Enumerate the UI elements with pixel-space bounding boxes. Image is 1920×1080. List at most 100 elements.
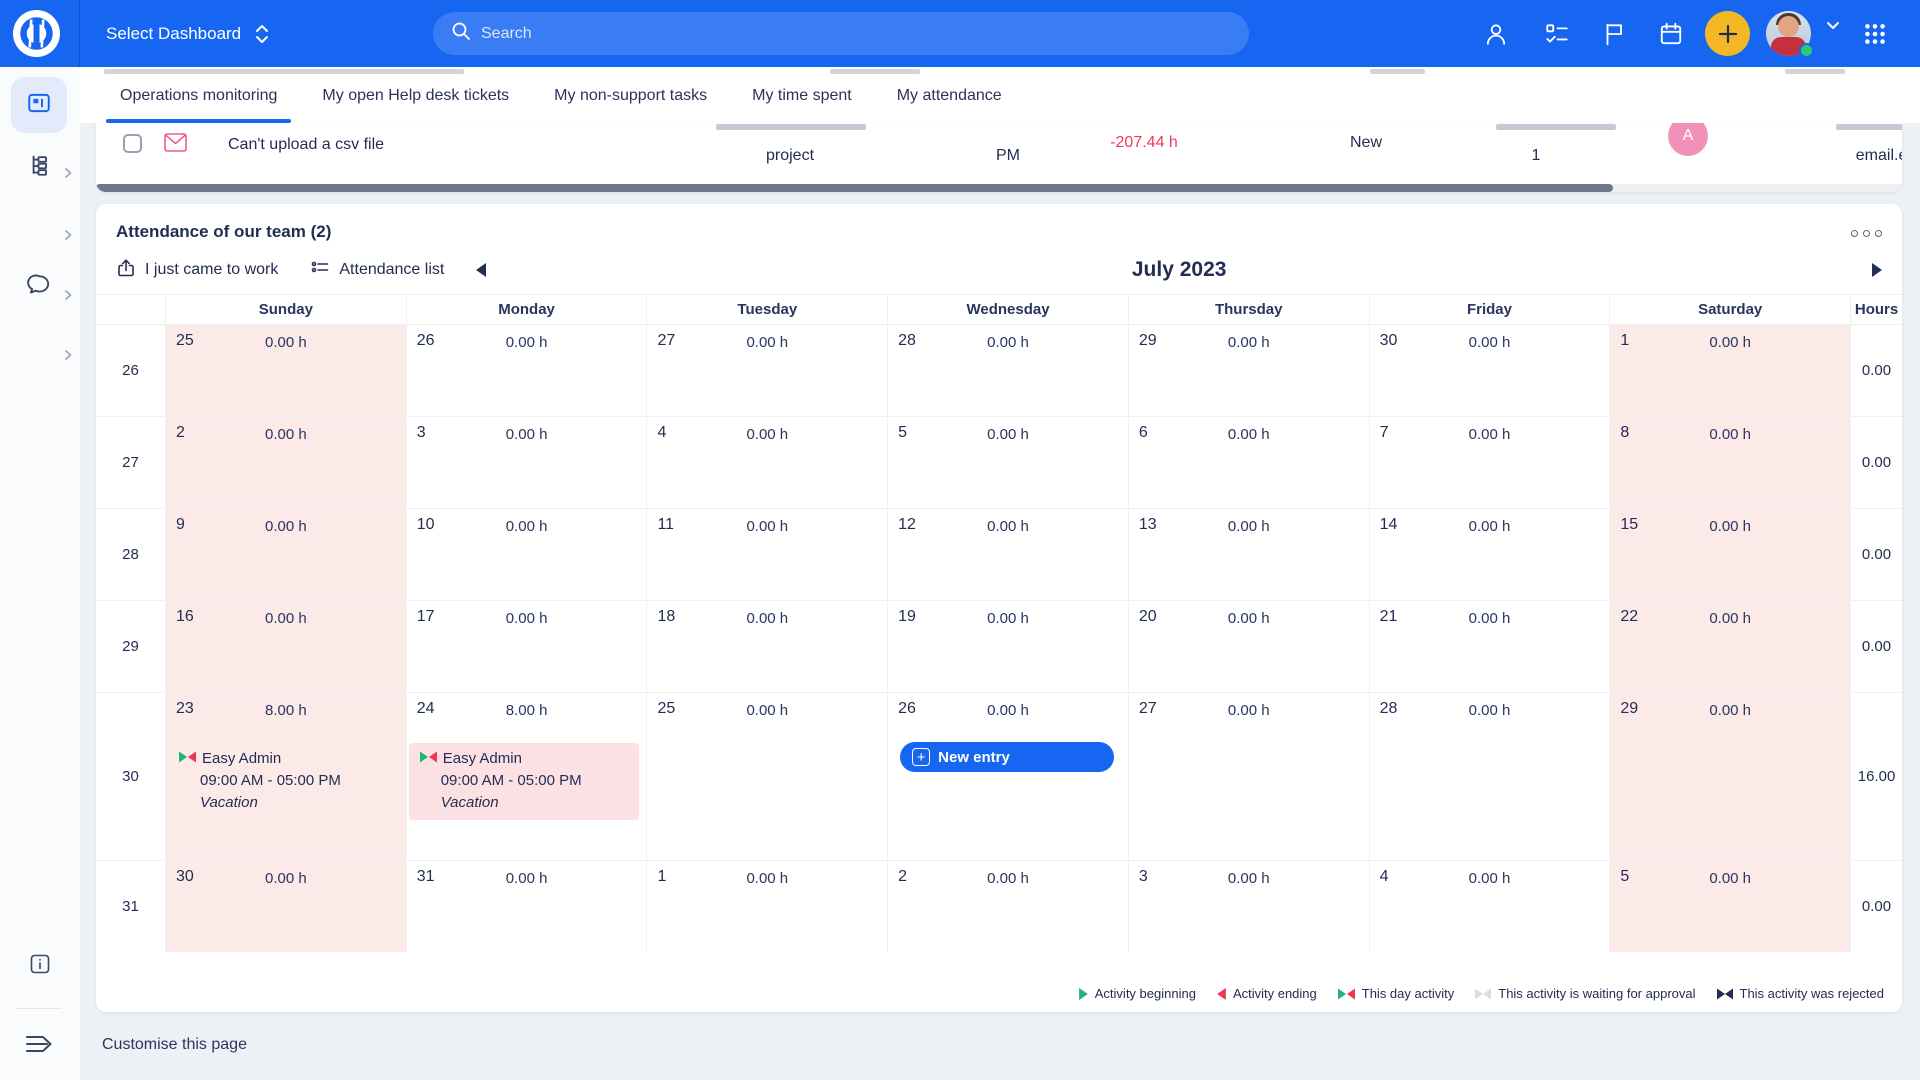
calendar-day-cell[interactable]: 110.00 h (646, 509, 887, 600)
dashboard-selector[interactable]: Select Dashboard (106, 0, 269, 67)
calendar-day-cell[interactable]: 248.00 h Easy Admin 09:00 AM - 05:00 PM … (406, 693, 647, 860)
entry-time: 09:00 AM - 05:00 PM (441, 772, 632, 789)
punch-in-icon (116, 258, 136, 283)
calendar-day-cell[interactable]: 60.00 h (1128, 417, 1369, 508)
calendar-day-cell[interactable]: 100.00 h (406, 509, 647, 600)
new-entry-button[interactable]: + New entry (900, 742, 1114, 772)
sidebar-item-hidden[interactable] (11, 199, 67, 255)
sidebar-item-projects[interactable] (11, 139, 67, 195)
calendar-day-cell[interactable]: 70.00 h (1369, 417, 1610, 508)
clipped-text-fragment (1496, 124, 1616, 130)
assignee-avatar[interactable]: A (1668, 123, 1708, 156)
topbar-divider (79, 0, 80, 67)
horizontal-scrollbar-thumb[interactable] (96, 184, 1613, 192)
calendar-day-cell[interactable]: 180.00 h (646, 601, 887, 692)
week-number: 26 (96, 325, 165, 416)
tab-operations-monitoring[interactable]: Operations monitoring (106, 67, 291, 123)
calendar-icon[interactable] (1658, 21, 1684, 47)
calendar-day-cell[interactable]: 20.00 h (165, 417, 406, 508)
day-hours: 0.00 h (407, 870, 647, 887)
attendance-entry[interactable]: Easy Admin 09:00 AM - 05:00 PM Vacation (168, 743, 399, 820)
row-checkbox[interactable] (123, 134, 142, 153)
week-number: 28 (96, 509, 165, 600)
calendar-day-cell[interactable]: 260.00 h (406, 325, 647, 416)
day-hours: 0.00 h (166, 426, 406, 443)
user-avatar[interactable] (1766, 11, 1811, 56)
flag-icon[interactable] (1601, 21, 1627, 47)
tab-my-open-help-desk-tickets[interactable]: My open Help desk tickets (308, 67, 523, 123)
sidebar-item-chat[interactable] (11, 259, 67, 315)
calendar-day-cell[interactable]: 10.00 h (646, 861, 887, 952)
previous-month-arrow[interactable] (476, 263, 486, 277)
calendar-day-cell[interactable]: 30.00 h (406, 417, 647, 508)
attendance-list-label: Attendance list (339, 261, 444, 279)
ticket-email[interactable]: email.eu (1856, 147, 1902, 165)
calendar-day-cell[interactable]: 130.00 h (1128, 509, 1369, 600)
calendar-day-cell[interactable]: 160.00 h (165, 601, 406, 692)
calendar-day-cell[interactable]: 50.00 h (887, 417, 1128, 508)
search-bar[interactable] (433, 12, 1249, 55)
attendance-list-button[interactable]: Attendance list (310, 258, 444, 283)
calendar-day-cell[interactable]: 200.00 h (1128, 601, 1369, 692)
add-plus-button[interactable] (1705, 11, 1750, 56)
week-number-header (96, 295, 165, 324)
calendar-day-cell[interactable]: 250.00 h (646, 693, 887, 860)
calendar-week-row: 2890.00 h100.00 h110.00 h120.00 h130.00 … (96, 508, 1902, 600)
calendar-day-cell[interactable]: 140.00 h (1369, 509, 1610, 600)
calendar-day-cell[interactable]: 280.00 h (1369, 693, 1610, 860)
tab-my-attendance[interactable]: My attendance (883, 67, 1016, 123)
user-icon[interactable] (1483, 21, 1509, 47)
calendar-day-cell[interactable]: 300.00 h (1369, 325, 1610, 416)
calendar-day-cell[interactable]: 290.00 h (1128, 325, 1369, 416)
week-total-hours: 0.00 (1850, 601, 1902, 692)
main-content: Operations monitoring My open Help desk t… (80, 0, 1920, 1054)
calendar-day-cell[interactable]: 238.00 h Easy Admin 09:00 AM - 05:00 PM … (165, 693, 406, 860)
panel-options-menu[interactable] (1851, 228, 1882, 237)
info-button[interactable] (28, 952, 52, 981)
calendar-day-cell[interactable]: 250.00 h (165, 325, 406, 416)
calendar-day-cell[interactable]: 40.00 h (646, 417, 887, 508)
calendar-month-title: July 2023 (486, 258, 1872, 282)
calendar-day-cell[interactable]: 270.00 h (646, 325, 887, 416)
calendar-day-cell[interactable]: 80.00 h (1609, 417, 1850, 508)
calendar-day-cell[interactable]: 10.00 h (1609, 325, 1850, 416)
calendar-day-cell[interactable]: 90.00 h (165, 509, 406, 600)
calendar-day-cell[interactable]: 290.00 h (1609, 693, 1850, 860)
calendar-day-cell[interactable]: 20.00 h (887, 861, 1128, 952)
attendance-toolbar: I just came to work Attendance list July… (96, 246, 1902, 294)
ticket-project[interactable]: project (766, 147, 814, 165)
calendar-day-cell[interactable]: 190.00 h (887, 601, 1128, 692)
calendar-day-cell[interactable]: 40.00 h (1369, 861, 1610, 952)
customise-page-link[interactable]: Customise this page (102, 1036, 247, 1054)
apps-grid-icon[interactable] (1862, 21, 1888, 47)
calendar-day-cell[interactable]: 170.00 h (406, 601, 647, 692)
calendar-day-cell[interactable]: 220.00 h (1609, 601, 1850, 692)
attendance-entry[interactable]: Easy Admin 09:00 AM - 05:00 PM Vacation (409, 743, 640, 820)
calendar-grid: SundayMondayTuesdayWednesdayThursdayFrid… (96, 294, 1902, 952)
day-hours: 0.00 h (1129, 610, 1369, 627)
ticket-subject-link[interactable]: Can't upload a csv file (228, 136, 384, 154)
calendar-day-cell[interactable]: 120.00 h (887, 509, 1128, 600)
search-input[interactable] (481, 25, 1181, 43)
tab-my-non-support-tasks[interactable]: My non-support tasks (540, 67, 721, 123)
chevron-right-icon[interactable] (62, 348, 74, 360)
calendar-day-cell[interactable]: 30.00 h (1128, 861, 1369, 952)
easy-software-logo[interactable] (13, 10, 60, 57)
came-to-work-button[interactable]: I just came to work (116, 258, 278, 283)
tab-my-time-spent[interactable]: My time spent (738, 67, 866, 123)
calendar-day-cell[interactable]: 210.00 h (1369, 601, 1610, 692)
calendar-day-cell[interactable]: 300.00 h (165, 861, 406, 952)
legend-label: This day activity (1362, 986, 1454, 1001)
tasks-checklist-icon[interactable] (1544, 21, 1570, 47)
legend-label: Activity beginning (1095, 986, 1196, 1001)
collapse-sidebar-button[interactable] (22, 1029, 56, 1064)
sidebar-item-dashboards[interactable] (11, 77, 67, 133)
next-month-arrow[interactable] (1872, 263, 1882, 277)
chevron-down-icon[interactable] (1826, 21, 1840, 47)
calendar-day-cell[interactable]: 310.00 h (406, 861, 647, 952)
calendar-day-cell[interactable]: 280.00 h (887, 325, 1128, 416)
calendar-day-cell[interactable]: 50.00 h (1609, 861, 1850, 952)
calendar-day-cell[interactable]: 270.00 h (1128, 693, 1369, 860)
calendar-day-cell[interactable]: 260.00 h + New entry (887, 693, 1128, 860)
calendar-day-cell[interactable]: 150.00 h (1609, 509, 1850, 600)
